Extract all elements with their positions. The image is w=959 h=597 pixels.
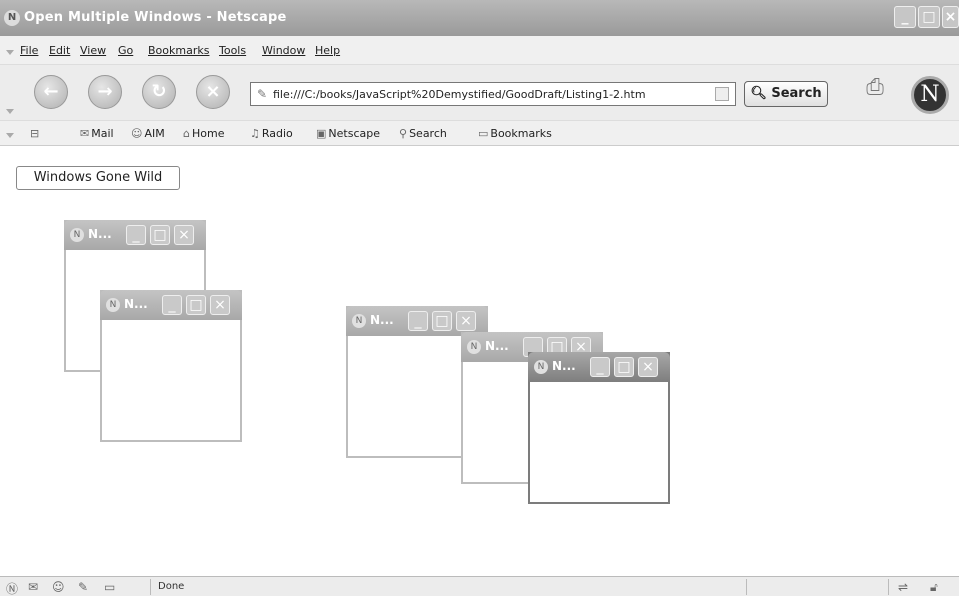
popup-title: N... — [552, 359, 576, 373]
search-icon: ⚲ — [399, 127, 408, 140]
popup-maximize-button[interactable]: □ — [150, 225, 170, 245]
popup-minimize-button[interactable]: _ — [162, 295, 182, 315]
reload-button[interactable]: ↻ — [142, 75, 176, 109]
popup-title: N... — [88, 227, 112, 241]
popup-title-bar[interactable]: N N... _ □ × — [64, 220, 206, 250]
page-proxy-icon[interactable]: ✎ — [257, 87, 267, 101]
personal-item-aim[interactable]: ☺ AIM — [131, 127, 165, 140]
windows-gone-wild-button[interactable]: Windows Gone Wild — [16, 166, 180, 190]
personal-item-mail[interactable]: ✉ Mail — [80, 127, 114, 140]
netscape-logo-icon: N — [70, 228, 84, 242]
back-button[interactable]: ← — [34, 75, 68, 109]
status-text: Done — [158, 581, 185, 592]
navigator-icon[interactable]: Ⓝ — [6, 580, 18, 597]
page-content: Windows Gone Wild N N... _ □ × N N... _ … — [0, 146, 959, 576]
menu-tools[interactable]: Tools — [219, 44, 246, 57]
personal-item-bookmarks[interactable]: ▭ Bookmarks — [478, 127, 552, 140]
search-button[interactable]: 🔍︎ Search — [744, 81, 828, 107]
personal-item-netscape[interactable]: ▣ Netscape — [316, 127, 380, 140]
status-bar: Ⓝ ✉ ☺ ✎ ▭ Done ⇌ 🔓︎ — [0, 576, 959, 596]
popup-minimize-button[interactable]: _ — [408, 311, 428, 331]
title-bar: N Open Multiple Windows - Netscape _ □ × — [0, 0, 959, 36]
tab-icon[interactable]: ⊟ — [30, 127, 41, 140]
popup-close-button[interactable]: × — [210, 295, 230, 315]
navigation-toolbar: ← → ↻ × ✎ file:///C:/books/JavaScript%20… — [0, 64, 959, 120]
popup-title-bar[interactable]: N N... _ □ × — [528, 352, 670, 382]
menu-go[interactable]: Go — [118, 44, 133, 57]
url-history-dropdown-icon[interactable] — [715, 87, 729, 101]
composer-icon[interactable]: ✎ — [78, 580, 88, 594]
popup-title: N... — [370, 313, 394, 327]
radio-icon: ♫ — [250, 127, 260, 140]
popup-title: N... — [124, 297, 148, 311]
mail-icon: ✉ — [80, 127, 90, 140]
status-divider — [746, 579, 747, 595]
popup-close-button[interactable]: × — [174, 225, 194, 245]
menu-bookmarks[interactable]: Bookmarks — [148, 44, 209, 57]
url-text[interactable]: file:///C:/books/JavaScript%20Demystifie… — [273, 88, 646, 101]
popup-maximize-button[interactable]: □ — [186, 295, 206, 315]
netscape-logo-icon: N — [106, 298, 120, 312]
menu-edit[interactable]: Edit — [49, 44, 70, 57]
bookmarks-icon: ▭ — [478, 127, 489, 140]
personal-item-search[interactable]: ⚲ Search — [399, 127, 447, 140]
search-icon: 🔍︎ — [750, 86, 767, 101]
online-status-icon[interactable]: ⇌ — [898, 580, 908, 594]
popup-close-button[interactable]: × — [638, 357, 658, 377]
aim-icon[interactable]: ☺ — [52, 580, 65, 594]
menu-window[interactable]: Window — [262, 44, 305, 57]
popup-title-bar[interactable]: N N... _ □ × — [100, 290, 242, 320]
home-icon: ⌂ — [183, 127, 190, 140]
url-field[interactable]: ✎ file:///C:/books/JavaScript%20Demystif… — [250, 82, 736, 106]
personal-toolbar: ⊟ ✉ Mail ☺ AIM ⌂ Home ♫ Radio ▣ Netscape ⚲ Sea… — [0, 120, 959, 146]
netscape-logo-icon: N — [352, 314, 366, 328]
status-divider — [150, 579, 151, 595]
netscape-logo-icon: N — [534, 360, 548, 374]
personal-item-radio[interactable]: ♫ Radio — [250, 127, 293, 140]
menu-help[interactable]: Help — [315, 44, 340, 57]
netscape-logo-icon: N — [4, 10, 20, 26]
netscape-icon: ▣ — [316, 127, 327, 140]
window-title: Open Multiple Windows - Netscape — [24, 10, 287, 25]
status-divider — [888, 579, 889, 595]
search-button-label: Search — [771, 86, 822, 101]
popup-window[interactable]: N N... _ □ × — [100, 290, 242, 442]
toolbar-grip-icon[interactable] — [6, 50, 14, 55]
popup-minimize-button[interactable]: _ — [590, 357, 610, 377]
address-book-icon[interactable]: ▭ — [104, 580, 115, 594]
stop-button[interactable]: × — [196, 75, 230, 109]
security-lock-icon[interactable]: 🔓︎ — [930, 580, 938, 595]
print-icon[interactable]: ⎙ — [860, 75, 890, 105]
minimize-button[interactable]: _ — [894, 6, 916, 28]
personal-item-home[interactable]: ⌂ Home — [183, 127, 224, 140]
netscape-logo-icon: N — [467, 340, 481, 354]
toolbar-grip-icon[interactable] — [6, 109, 14, 114]
popup-window-active[interactable]: N N... _ □ × — [528, 352, 670, 504]
forward-button[interactable]: → — [88, 75, 122, 109]
popup-title: N... — [485, 339, 509, 353]
menu-view[interactable]: View — [80, 44, 106, 57]
netscape-throbber-icon[interactable]: N — [911, 76, 949, 114]
menu-file[interactable]: File — [20, 44, 38, 57]
popup-minimize-button[interactable]: _ — [126, 225, 146, 245]
mail-icon[interactable]: ✉ — [28, 580, 38, 594]
maximize-button[interactable]: □ — [918, 6, 940, 28]
popup-maximize-button[interactable]: □ — [614, 357, 634, 377]
popup-close-button[interactable]: × — [456, 311, 476, 331]
popup-maximize-button[interactable]: □ — [432, 311, 452, 331]
close-button[interactable]: × — [942, 6, 959, 28]
toolbar-grip-icon[interactable] — [6, 133, 14, 138]
menu-bar: File Edit View Go Bookmarks Tools Window… — [0, 36, 959, 64]
aim-icon: ☺ — [131, 127, 143, 140]
